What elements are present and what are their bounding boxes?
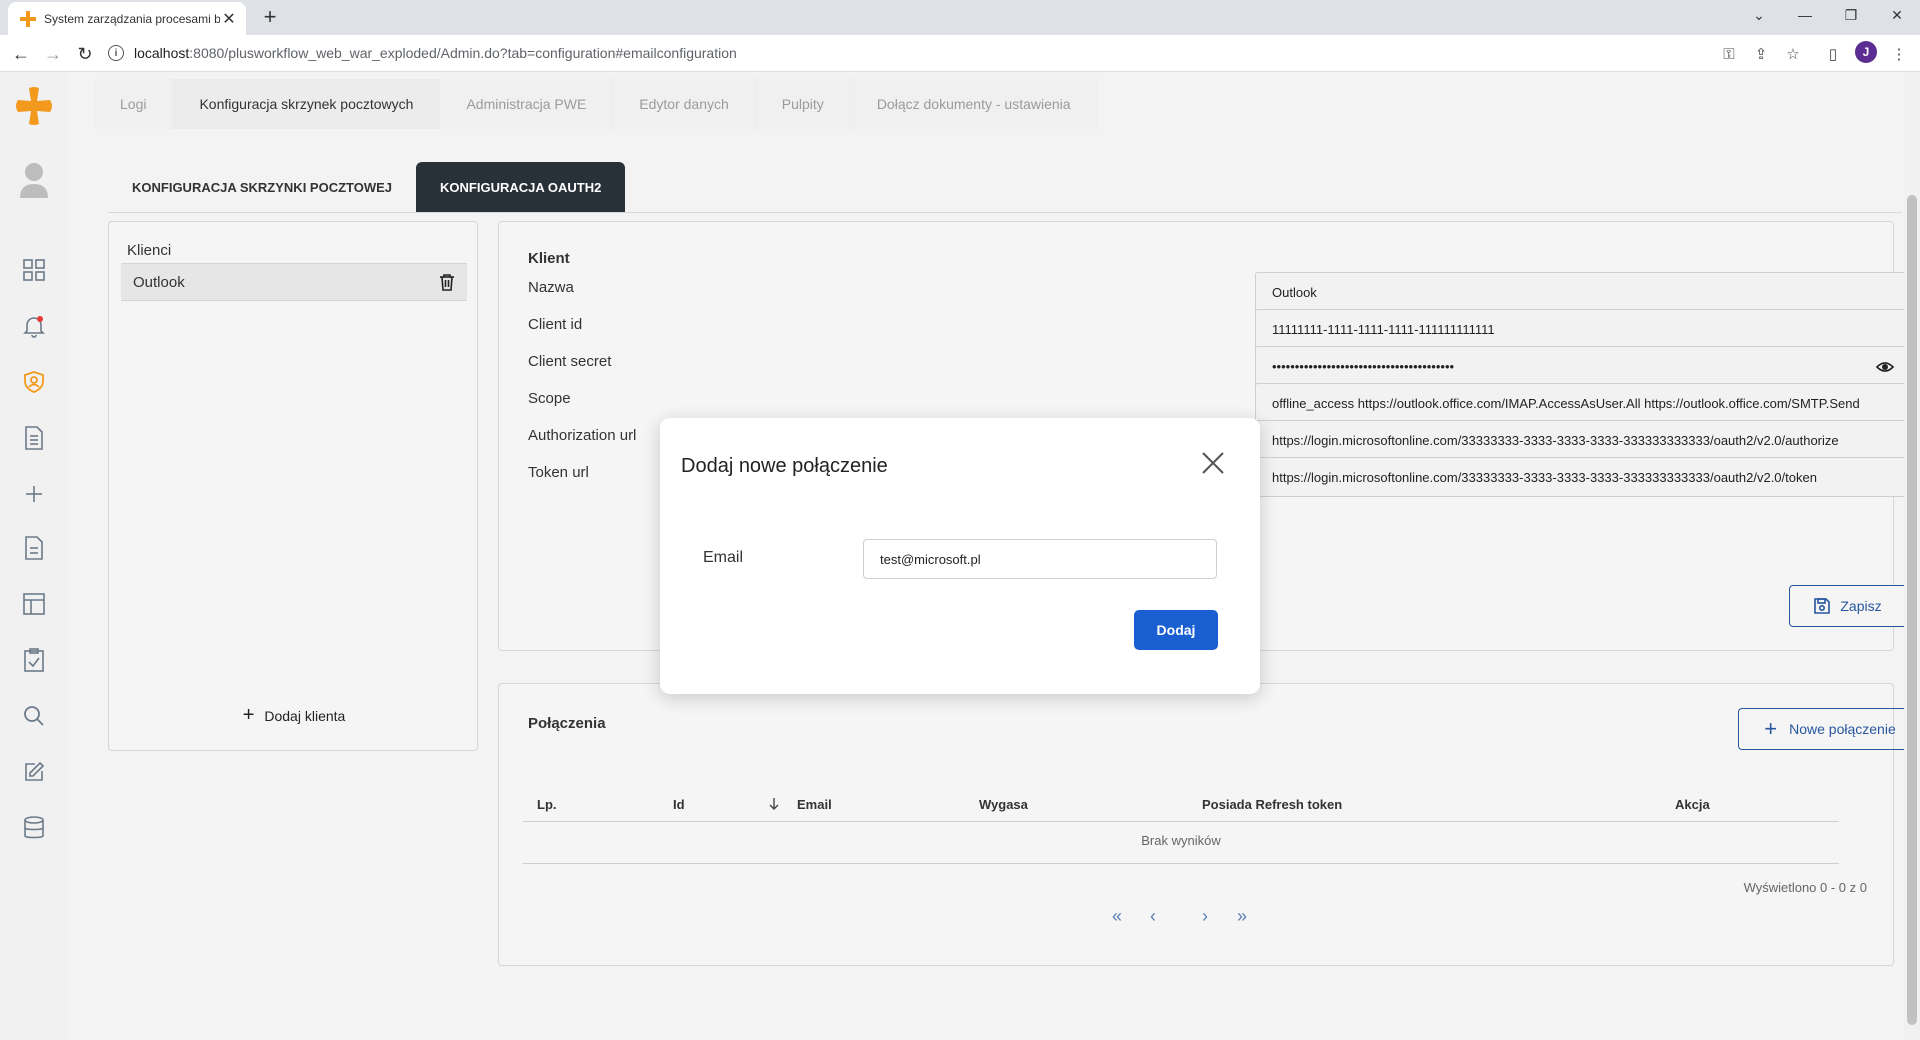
add-connection-dialog: Dodaj nowe połączenie Email Dodaj xyxy=(660,418,1260,694)
app-favicon-icon xyxy=(20,10,36,27)
email-label: Email xyxy=(703,549,744,566)
site-info-icon[interactable]: i xyxy=(108,45,124,61)
address-bar: ← → ↻ i localhost:8080/plusworkflow_web_… xyxy=(0,35,1920,72)
restore-icon[interactable]: ❐ xyxy=(1828,0,1874,30)
window-close-icon[interactable]: ✕ xyxy=(1874,0,1920,30)
tab-search-icon[interactable]: ⌄ xyxy=(1736,0,1782,30)
share-icon[interactable]: ⇪ xyxy=(1750,43,1772,65)
bookmark-star-icon[interactable]: ☆ xyxy=(1782,43,1804,65)
url-host: localhost xyxy=(134,45,190,61)
add-button[interactable]: Dodaj xyxy=(1134,610,1218,650)
browser-menu-icon[interactable]: ⋮ xyxy=(1888,43,1910,65)
close-icon[interactable] xyxy=(1200,450,1226,476)
key-icon[interactable]: ⚿ xyxy=(1718,43,1740,65)
browser-tab[interactable]: System zarządzania procesami bi ✕ xyxy=(8,2,246,35)
profile-avatar[interactable]: J xyxy=(1855,41,1877,63)
forward-icon[interactable]: → xyxy=(40,41,66,67)
side-panel-icon[interactable]: ▯ xyxy=(1822,43,1844,65)
browser-tab-title: System zarządzania procesami bi xyxy=(44,11,220,26)
browser-tabbar: System zarządzania procesami bi ✕ + ⌄ — … xyxy=(0,0,1920,35)
url-field[interactable]: i localhost:8080/plusworkflow_web_war_ex… xyxy=(108,39,1788,67)
tab-close-icon[interactable]: ✕ xyxy=(220,9,238,29)
new-tab-icon[interactable]: + xyxy=(258,5,282,29)
reload-icon[interactable]: ↻ xyxy=(72,41,98,67)
email-field[interactable] xyxy=(863,539,1217,579)
dialog-title: Dodaj nowe połączenie xyxy=(681,455,888,477)
back-icon[interactable]: ← xyxy=(8,41,34,67)
minimize-icon[interactable]: — xyxy=(1782,0,1828,30)
url-path: :8080/plusworkflow_web_war_exploded/Admi… xyxy=(189,45,737,61)
